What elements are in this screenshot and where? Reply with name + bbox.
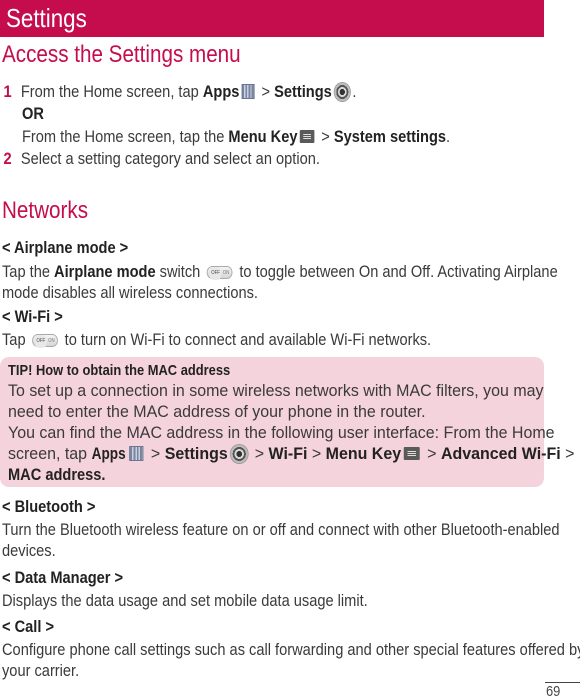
apps-grid-icon [129,446,144,461]
call-desc-2: your carrier. [2,661,80,680]
step-2: 2 Select a setting category and select a… [0,149,372,169]
or-text: OR [22,104,44,123]
tip-text: screen, tap [8,444,92,463]
bluetooth-desc: Turn the Bluetooth wireless feature on o… [2,520,560,539]
settings-gear-icon [230,445,248,463]
toggle-switch-icon: OFF ON [32,334,59,348]
desc-text: switch [155,262,205,281]
tip-line: need to enter the MAC address of your ph… [8,402,426,421]
desc-text: to turn on Wi-Fi to connect and availabl… [60,330,432,349]
menu-key-icon [403,447,420,460]
bluetooth-desc-2: devices. [2,541,56,560]
data-manager-title: < Data Manager > [2,568,124,587]
menu-key-label: Menu Key [325,444,402,463]
toggle-off-label: OFF [209,267,222,280]
period: . [352,82,357,101]
header-bar: Settings [0,0,544,37]
separator: > [422,444,441,463]
menu-key-label: Menu Key [228,127,298,146]
toggle-on-label: ON [222,270,230,276]
section-heading-access: Access the Settings menu [2,41,241,68]
airplane-mode-label: Airplane mode [54,262,156,281]
step-1: 1 From the Home screen, tap Apps > Setti… [0,82,415,102]
tip-line: To set up a connection in some wireless … [8,381,544,400]
advanced-wifi-label: Advanced Wi-Fi [440,444,561,463]
settings-label: Settings [164,444,228,463]
tip-title: TIP! How to obtain the MAC address [8,362,231,379]
tip-box: TIP! How to obtain the MAC address To se… [0,357,574,487]
airplane-mode-desc: Tap the Airplane mode switch OFF ON to to… [2,262,580,282]
separator: > [146,444,165,463]
settings-label: Settings [274,82,332,101]
step-1-alt: From the Home screen, tap the Menu Key >… [22,127,520,147]
step-text: From the Home screen, tap [20,82,203,101]
tip-path-line: screen, tap Apps > Settings > Wi-Fi > Me… [8,444,580,464]
wifi-title: < Wi-Fi > [2,307,63,326]
airplane-mode-desc-2: mode disables all wireless connections. [2,283,258,302]
toggle-on-label: ON [48,338,55,344]
tip-line: You can find the MAC address in the foll… [8,423,555,442]
step-number: 1 [3,82,12,101]
desc-text: to toggle between On and Off. Activating… [235,262,558,281]
apps-grid-icon [241,84,255,99]
or-label: OR [22,104,48,124]
wifi-label: Wi-Fi [268,444,308,463]
page-title: Settings [6,3,87,33]
separator: > [307,444,326,463]
separator: > [257,82,275,101]
airplane-mode-title: < Airplane mode > [2,238,129,257]
step-text: From the Home screen, tap the [22,127,229,146]
page-number: 69 [546,683,561,700]
separator: > [560,444,575,463]
data-manager-desc: Displays the data usage and set mobile d… [2,591,368,610]
apps-label: Apps [202,82,240,101]
call-title: < Call > [2,617,55,636]
step-text: Select a setting category and select an … [20,149,320,168]
separator: > [317,127,334,146]
settings-gear-icon [334,83,350,101]
apps-label: Apps [91,444,126,463]
separator: > [250,444,269,463]
wifi-desc: Tap OFF ON to turn on Wi-Fi to connect an… [2,330,501,350]
bluetooth-title: < Bluetooth > [2,497,96,516]
menu-key-icon [300,130,315,143]
toggle-off-label: OFF [34,335,47,348]
call-desc: Configure phone call settings such as ca… [2,640,580,659]
period: . [446,127,451,146]
toggle-switch-icon: OFF ON [206,266,233,280]
section-heading-networks: Networks [2,197,89,224]
tip-mac-address: MAC address. [8,465,106,484]
desc-text: Tap the [2,262,55,281]
desc-text: Tap [2,330,30,349]
system-settings-label: System settings [333,127,447,146]
step-number: 2 [3,149,12,168]
